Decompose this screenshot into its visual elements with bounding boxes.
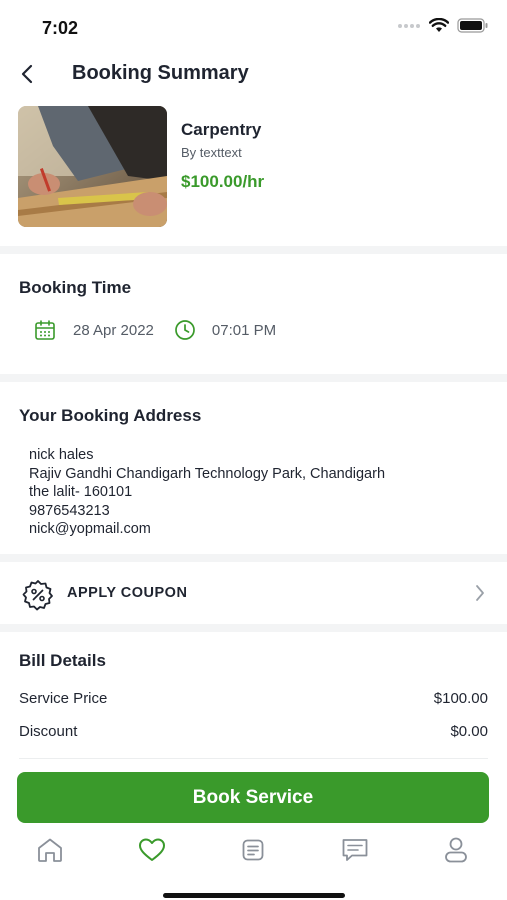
- bill-row-service-price: Service Price $100.00: [19, 690, 488, 707]
- service-name: Carpentry: [181, 120, 262, 139]
- service-card: Carpentry By texttext $100.00/hr: [0, 106, 507, 236]
- bill-details-title: Bill Details: [19, 651, 106, 670]
- address-line-1: Rajiv Gandhi Chandigarh Technology Park,…: [29, 465, 386, 482]
- address-email: nick@yopmail.com: [29, 521, 151, 537]
- section-divider: [0, 374, 507, 382]
- apply-coupon-label: APPLY COUPON: [67, 585, 188, 601]
- bill-row-value: $100.00: [433, 690, 488, 707]
- service-price: $100.00/hr: [181, 172, 265, 191]
- bookings-icon: [242, 839, 264, 861]
- tab-home[interactable]: [35, 835, 65, 865]
- bill-row-label: Service Price: [19, 690, 108, 707]
- home-icon: [38, 838, 62, 862]
- apply-coupon-button[interactable]: APPLY COUPON: [0, 564, 507, 624]
- heart-icon: [139, 838, 165, 861]
- chevron-right-icon: [475, 584, 485, 607]
- book-service-button[interactable]: Book Service: [17, 772, 489, 823]
- section-divider: [0, 624, 507, 632]
- status-time: 7:02: [42, 18, 79, 38]
- tab-profile[interactable]: [441, 835, 471, 865]
- status-bar: 7:02: [0, 0, 507, 50]
- carpentry-photo: [18, 106, 167, 227]
- bill-row-label: Discount: [19, 723, 78, 740]
- clock-icon: [175, 320, 195, 340]
- chevron-left-icon: [21, 64, 33, 84]
- bottom-tab-bar: [0, 830, 507, 870]
- wifi-icon: [429, 18, 449, 32]
- chat-icon: [342, 839, 368, 861]
- booking-time: 07:01 PM: [211, 321, 277, 339]
- header: Booking Summary: [0, 52, 507, 96]
- booking-address-title: Your Booking Address: [19, 406, 202, 425]
- service-provider: By texttext: [181, 145, 242, 160]
- signal-icon: [398, 23, 420, 28]
- bill-row-value: $0.00: [450, 723, 488, 740]
- status-icons: [397, 18, 489, 33]
- section-divider: [0, 246, 507, 254]
- page-title: Booking Summary: [72, 62, 249, 84]
- address-line-2: the lalit- 160101: [29, 484, 133, 500]
- home-indicator: [163, 893, 345, 898]
- tab-favorites[interactable]: [137, 835, 167, 865]
- booking-date: 28 Apr 2022: [73, 321, 154, 339]
- back-button[interactable]: [14, 60, 40, 88]
- coupon-icon: [22, 579, 54, 616]
- address-phone: 9876543213: [29, 502, 110, 519]
- profile-icon: [445, 837, 467, 863]
- battery-icon: [457, 18, 488, 33]
- bill-separator: [19, 758, 488, 759]
- calendar-icon: [35, 320, 55, 340]
- tab-bookings[interactable]: [238, 835, 268, 865]
- tab-messages[interactable]: [340, 835, 370, 865]
- section-divider: [0, 554, 507, 562]
- booking-address: nick hales Rajiv Gandhi Chandigarh Techn…: [29, 446, 385, 539]
- address-name: nick hales: [29, 447, 94, 463]
- booking-time-row: 28 Apr 2022 07:01 PM: [34, 318, 276, 342]
- bill-row-discount: Discount $0.00: [19, 723, 488, 740]
- booking-time-title: Booking Time: [19, 278, 132, 297]
